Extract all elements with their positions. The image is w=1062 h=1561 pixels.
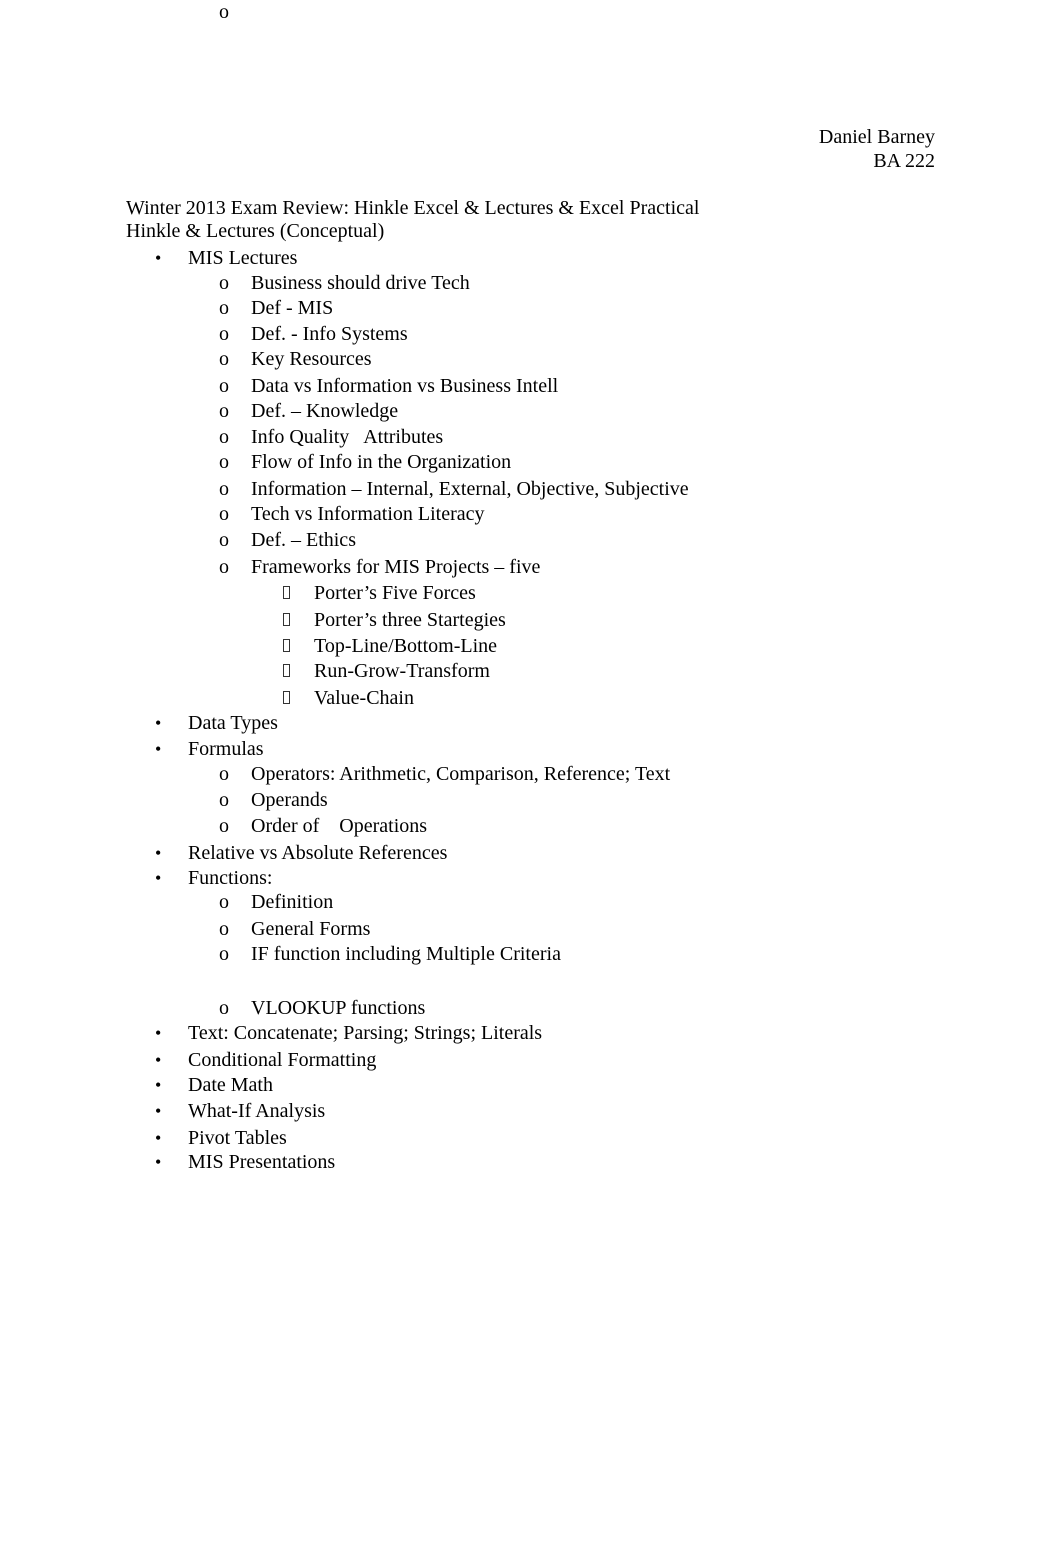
- course-code: BA 222: [873, 150, 935, 172]
- author-name: Daniel Barney: [818, 126, 935, 148]
- list-item-level-2: Key Resources: [251, 348, 372, 370]
- circle-bullet-icon: o: [219, 478, 229, 500]
- list-item-level-3: Porter’s three Startegies: [314, 609, 506, 631]
- circle-bullet-icon: o: [219, 272, 229, 294]
- list-item-level-2: VLOOKUP functions: [251, 997, 426, 1019]
- circle-bullet-icon: o: [219, 426, 229, 448]
- circle-bullet-icon: o: [219, 348, 229, 370]
- list-item-level-3: Value-Chain: [314, 687, 414, 709]
- list-item-level-2: Flow of Info in the Organization: [251, 451, 512, 473]
- square-bullet-icon: [283, 639, 290, 652]
- square-bullet-icon: [283, 691, 290, 704]
- bullet-icon: •: [155, 868, 162, 888]
- circle-bullet-icon: o: [219, 918, 229, 940]
- list-item-level-1: Conditional Formatting: [188, 1049, 377, 1071]
- circle-bullet-icon: o: [219, 503, 229, 525]
- circle-bullet-icon: o: [219, 891, 229, 913]
- list-item-level-2: Def - MIS: [251, 297, 334, 319]
- circle-bullet-icon: o: [219, 556, 229, 578]
- circle-bullet-icon: o: [219, 789, 229, 811]
- circle-bullet-icon: o: [219, 323, 229, 345]
- bullet-icon: •: [155, 1101, 162, 1121]
- bullet-icon: •: [155, 1128, 162, 1148]
- list-item-level-1: MIS Lectures: [188, 247, 298, 269]
- list-item-level-2: Definition: [251, 891, 334, 913]
- document-title: Winter 2013 Exam Review: Hinkle Excel & …: [126, 197, 700, 219]
- circle-bullet-icon: o: [219, 1, 229, 23]
- square-bullet-icon: [283, 664, 290, 677]
- list-item-level-2: Def. – Knowledge: [251, 400, 399, 422]
- bullet-icon: •: [155, 739, 162, 759]
- list-item-level-1: Relative vs Absolute References: [188, 842, 448, 864]
- document-page: Daniel Barney BA 222 Winter 2013 Exam Re…: [0, 0, 1062, 1561]
- list-item-level-3: Run-Grow-Transform: [314, 660, 490, 682]
- list-item-level-1: Data Types: [188, 712, 278, 734]
- square-bullet-icon: [283, 586, 290, 599]
- circle-bullet-icon: o: [219, 529, 229, 551]
- list-item-level-1: Functions:: [188, 867, 273, 889]
- circle-bullet-icon: o: [219, 400, 229, 422]
- bullet-icon: •: [155, 1152, 162, 1172]
- list-item-level-2: IF function including Multiple Criteria: [251, 943, 561, 965]
- list-item-level-2: Frameworks for MIS Projects – five: [251, 556, 541, 578]
- bullet-icon: •: [155, 1075, 162, 1095]
- circle-bullet-icon: o: [219, 815, 229, 837]
- bullet-icon: •: [155, 713, 162, 733]
- list-item-level-2: Business should drive Tech: [251, 272, 470, 294]
- list-item-level-1: Text: Concatenate; Parsing; Strings; Lit…: [188, 1022, 543, 1044]
- list-item-level-2: Information – Internal, External, Object…: [251, 478, 689, 500]
- circle-bullet-icon: o: [219, 297, 229, 319]
- bullet-icon: •: [155, 1023, 162, 1043]
- list-item-level-1: What-If Analysis: [188, 1100, 326, 1122]
- circle-bullet-icon: o: [219, 997, 229, 1019]
- list-item-level-3: Top-Line/Bottom-Line: [314, 635, 498, 657]
- list-item-level-2: Operators: Arithmetic, Comparison, Refer…: [251, 763, 671, 785]
- list-item-level-2: Order of Operations: [251, 815, 428, 837]
- circle-bullet-icon: o: [219, 451, 229, 473]
- list-item-level-2: Def. – Ethics: [251, 529, 356, 551]
- list-item-level-2: Info Quality Attributes: [251, 426, 444, 448]
- list-item-level-2: Operands: [251, 789, 328, 811]
- list-item-level-3: Porter’s Five Forces: [314, 582, 476, 604]
- list-item-level-1: Formulas: [188, 738, 264, 760]
- list-item-level-1: Pivot Tables: [188, 1127, 287, 1149]
- square-bullet-icon: [283, 613, 290, 626]
- list-item-level-2: Data vs Information vs Business Intell: [251, 375, 559, 397]
- list-item-level-1: Date Math: [188, 1074, 273, 1096]
- list-item-level-2: Tech vs Information Literacy: [251, 503, 485, 525]
- bullet-icon: •: [155, 843, 162, 863]
- circle-bullet-icon: o: [219, 763, 229, 785]
- list-item-level-1: MIS Presentations: [188, 1151, 336, 1173]
- list-item-level-2: Def. - Info Systems: [251, 323, 408, 345]
- bullet-icon: •: [155, 1050, 162, 1070]
- circle-bullet-icon: o: [219, 375, 229, 397]
- circle-bullet-icon: o: [219, 943, 229, 965]
- bullet-icon: •: [155, 248, 162, 268]
- section-heading: Hinkle & Lectures (Conceptual): [126, 220, 385, 242]
- list-item-level-2: General Forms: [251, 918, 371, 940]
